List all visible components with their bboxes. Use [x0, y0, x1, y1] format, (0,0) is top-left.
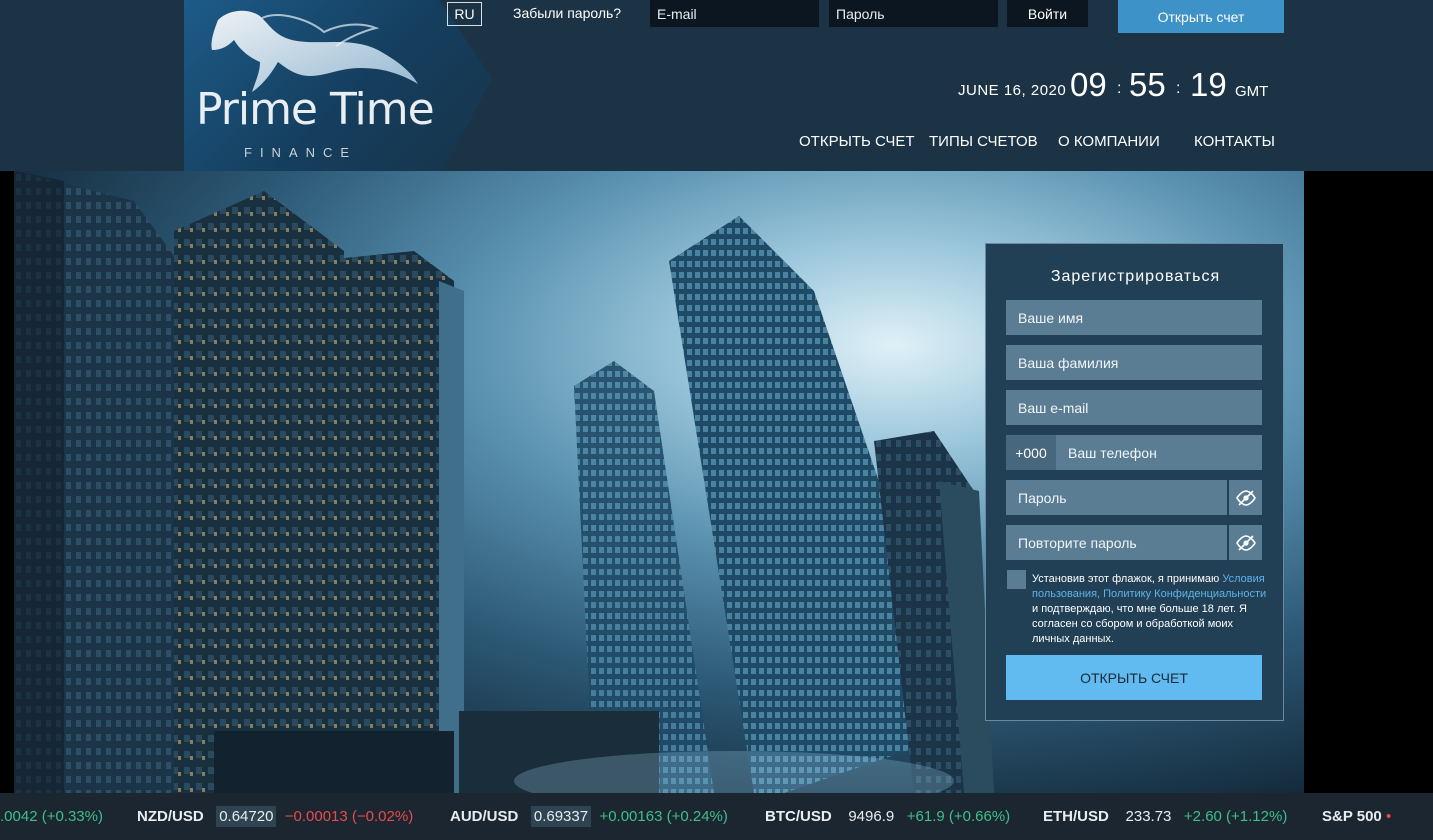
show-repeat-password-eye-icon[interactable]: [1227, 525, 1262, 560]
nav-open-account[interactable]: ОТКРЫТЬ СЧЕТ: [799, 133, 915, 150]
terms-text: Установив этот флажок, я принимаю Услови…: [1032, 573, 1267, 645]
open-account-top-button[interactable]: Открыть счет: [1118, 0, 1284, 33]
clock-seconds: 19: [1190, 66, 1227, 103]
phone-country-code[interactable]: +000: [1006, 435, 1056, 470]
last-name-input[interactable]: [1006, 345, 1262, 380]
current-date: JUNE 16, 2020: [958, 82, 1067, 99]
language-selector[interactable]: RU: [447, 2, 482, 26]
login-button[interactable]: Войти: [1007, 0, 1088, 27]
clock-timezone: GMT: [1235, 83, 1269, 100]
login-email-input[interactable]: [650, 0, 819, 27]
terms-checkbox[interactable]: [1007, 570, 1026, 589]
register-submit-button[interactable]: ОТКРЫТЬ СЧЕТ: [1006, 655, 1262, 700]
ticker-item[interactable]: BTC/USD 9496.9 +61.9 (+0.66%): [765, 808, 1010, 825]
registration-form: Зарегистрироваться +000 Установив этот ф…: [985, 243, 1284, 721]
nav-account-types[interactable]: ТИПЫ СЧЕТОВ: [929, 133, 1038, 150]
ticker-item[interactable]: NZD/USD 0.64720 −0.00013 (−0.02%): [137, 806, 413, 827]
logo-wordmark[interactable]: Prime Time: [196, 88, 435, 132]
ticker-item[interactable]: S&P 500 •: [1322, 808, 1391, 825]
registration-title: Зарегистрироваться: [1050, 268, 1221, 285]
logo-subtitle: FINANCE: [244, 145, 358, 160]
clock-separator: :: [1176, 80, 1181, 97]
horse-logo-icon[interactable]: [200, 6, 420, 96]
ticker-item[interactable]: .0042 (+0.33%): [0, 808, 103, 825]
clock-minutes: 55: [1129, 66, 1166, 103]
nav-contacts[interactable]: КОНТАКТЫ: [1194, 133, 1275, 150]
ticker-item[interactable]: AUD/USD 0.69337 +0.00163 (+0.24%): [450, 806, 728, 827]
register-email-input[interactable]: [1006, 390, 1262, 425]
clock-hours: 09: [1070, 66, 1107, 103]
show-password-eye-icon[interactable]: [1227, 480, 1262, 515]
first-name-input[interactable]: [1006, 300, 1262, 335]
site-header: Prime Time FINANCE RU Забыли пароль? Вой…: [0, 0, 1433, 171]
forgot-password-link[interactable]: Забыли пароль?: [513, 5, 621, 21]
login-password-input[interactable]: [829, 0, 998, 27]
repeat-password-input[interactable]: [1006, 525, 1227, 560]
clock-separator: :: [1117, 80, 1122, 97]
register-password-input[interactable]: [1006, 480, 1227, 515]
ticker-item[interactable]: ETH/USD 233.73 +2.60 (+1.12%): [1043, 808, 1287, 825]
price-ticker: .0042 (+0.33%) NZD/USD 0.64720 −0.00013 …: [0, 793, 1433, 840]
phone-input[interactable]: [1056, 435, 1262, 470]
nav-about-company[interactable]: О КОМПАНИИ: [1058, 133, 1160, 150]
